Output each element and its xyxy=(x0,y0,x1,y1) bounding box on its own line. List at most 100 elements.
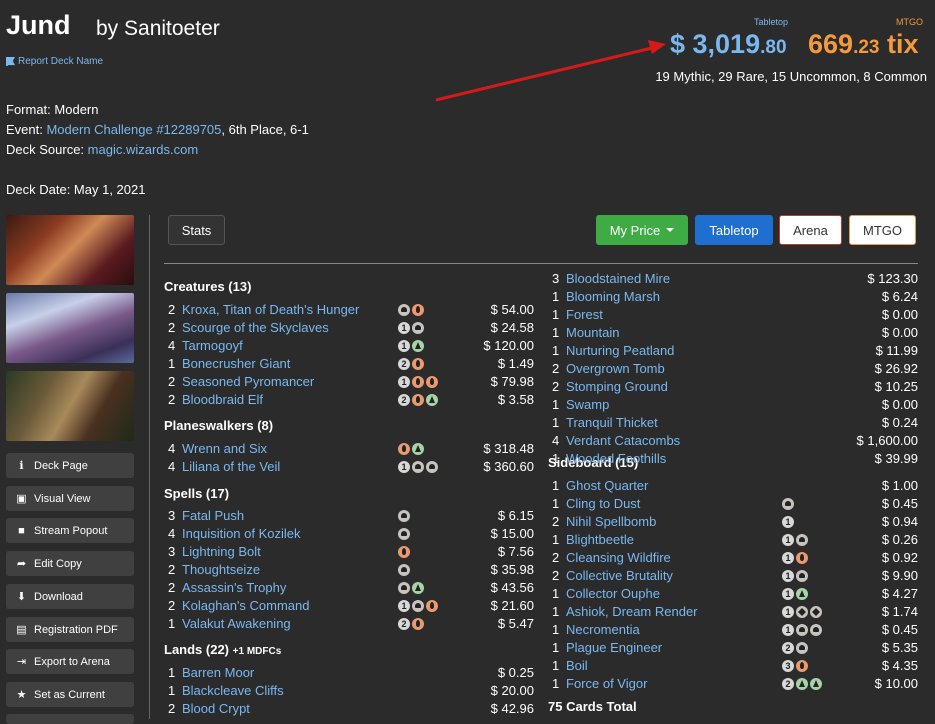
card-name-link[interactable]: Wooded Foothills xyxy=(566,451,666,467)
registration-pdf-button[interactable]: ▤ Registration PDF xyxy=(6,617,134,642)
card-price: $ 4.35 xyxy=(881,658,918,673)
card-name-link[interactable]: Blooming Marsh xyxy=(566,289,660,305)
arena-button[interactable]: Arena xyxy=(779,215,842,245)
card-name-link[interactable]: Bloodstained Mire xyxy=(566,271,670,287)
mana-cost: 1 xyxy=(398,461,438,473)
card-quantity: 1 xyxy=(552,586,560,601)
my-price-dropdown[interactable]: My Price xyxy=(596,215,688,245)
mana-cost: 1 xyxy=(782,534,808,546)
mana-cost: 2 xyxy=(782,678,822,690)
card-name-link[interactable]: Collector Ouphe xyxy=(566,586,660,602)
card-quantity: 2 xyxy=(168,302,176,317)
export-to-arena-button[interactable]: ⇥ Export to Arena xyxy=(6,649,134,674)
card-quantity: 1 xyxy=(552,307,560,322)
source-link[interactable]: magic.wizards.com xyxy=(88,142,199,157)
deck-page-button[interactable]: ℹ Deck Page xyxy=(6,453,134,478)
download-button[interactable]: ⬇ Download xyxy=(6,584,134,609)
mtgo-button[interactable]: MTGO xyxy=(849,215,916,245)
card-row: 2 Collective Brutality 1 $ 9.90 xyxy=(552,568,918,584)
card-quantity: 1 xyxy=(552,397,560,412)
info-icon: ℹ xyxy=(19,460,24,472)
card-row: 1 Ghost Quarter $ 1.00 xyxy=(552,478,918,494)
card-name-link[interactable]: Liliana of the Veil xyxy=(182,459,280,475)
card-name-link[interactable]: Verdant Catacombs xyxy=(566,433,680,449)
card-name-link[interactable]: Tranquil Thicket xyxy=(566,415,658,431)
card-price: $ 0.25 xyxy=(497,665,534,680)
planeswalkers-header: Planeswalkers (8) xyxy=(164,418,274,433)
card-price: $ 3.58 xyxy=(497,392,534,407)
card-quantity: 4 xyxy=(168,459,176,474)
generic-mana-icon: 1 xyxy=(782,534,794,546)
mana-cost: 1 xyxy=(398,340,424,352)
card-row: 2 Kroxa, Titan of Death's Hunger $ 54.00 xyxy=(168,302,534,318)
card-name-link[interactable]: Wrenn and Six xyxy=(182,441,267,457)
visual-view-label: Visual View xyxy=(34,492,91,505)
card-name-link[interactable]: Blightbeetle xyxy=(566,532,634,548)
card-name-link[interactable]: Lightning Bolt xyxy=(182,544,261,560)
card-quantity: 2 xyxy=(168,562,176,577)
card-name-link[interactable]: Nihil Spellbomb xyxy=(566,514,656,530)
lands-header: Lands (22) +1 MDFCs xyxy=(164,642,281,657)
card-name-link[interactable]: Seasoned Pyromancer xyxy=(182,374,314,390)
card-name-link[interactable]: Thoughtseize xyxy=(182,562,260,578)
card-name-link[interactable]: Force of Vigor xyxy=(566,676,647,692)
card-art-scourge[interactable] xyxy=(6,293,134,363)
registration-pdf-label: Registration PDF xyxy=(34,623,118,636)
card-name-link[interactable]: Necromentia xyxy=(566,622,640,638)
card-name-link[interactable]: Scourge of the Skyclaves xyxy=(182,320,329,336)
card-name-link[interactable]: Cleansing Wildfire xyxy=(566,550,671,566)
card-name-link[interactable]: Valakut Awakening xyxy=(182,616,291,632)
mana-cost: 3 xyxy=(782,660,808,672)
card-name-link[interactable]: Stomping Ground xyxy=(566,379,668,395)
green-mana-icon xyxy=(810,678,822,690)
card-name-link[interactable]: Cling to Dust xyxy=(566,496,640,512)
stream-popout-button[interactable]: ■ Stream Popout xyxy=(6,518,134,543)
deck-page-label: Deck Page xyxy=(34,459,88,472)
card-name-link[interactable]: Tarmogoyf xyxy=(182,338,243,354)
card-art-liliana[interactable] xyxy=(6,215,134,285)
event-link[interactable]: Modern Challenge #12289705 xyxy=(46,122,221,137)
card-row: 2 Seasoned Pyromancer 1 $ 79.98 xyxy=(168,374,534,390)
card-name-link[interactable]: Kroxa, Titan of Death's Hunger xyxy=(182,302,359,318)
card-name-link[interactable]: Overgrown Tomb xyxy=(566,361,665,377)
card-name-link[interactable]: Kolaghan's Command xyxy=(182,598,310,614)
card-name-link[interactable]: Assassin's Trophy xyxy=(182,580,286,596)
card-price: $ 5.35 xyxy=(881,640,918,655)
report-deck-name-link[interactable]: Report Deck Name xyxy=(6,56,103,67)
card-name-link[interactable]: Inquisition of Kozilek xyxy=(182,526,301,542)
tabletop-button[interactable]: Tabletop xyxy=(695,215,773,245)
card-name-link[interactable]: Nurturing Peatland xyxy=(566,343,674,359)
card-name-link[interactable]: Boil xyxy=(566,658,588,674)
deck-title: Jund xyxy=(6,10,71,40)
card-name-link[interactable]: Bloodbraid Elf xyxy=(182,392,263,408)
card-name-link[interactable]: Ashiok, Dream Render xyxy=(566,604,698,620)
mana-cost xyxy=(398,546,410,558)
generic-mana-icon: 1 xyxy=(782,606,794,618)
card-name-link[interactable]: Mountain xyxy=(566,325,619,341)
card-name-link[interactable]: Blackcleave Cliffs xyxy=(182,683,284,699)
format-label: Format: xyxy=(6,102,55,117)
visual-view-button[interactable]: ▣ Visual View xyxy=(6,486,134,511)
card-name-link[interactable]: Ghost Quarter xyxy=(566,478,648,494)
card-name-link[interactable]: Forest xyxy=(566,307,603,323)
stats-button[interactable]: Stats xyxy=(168,215,225,245)
card-row: 2 Cleansing Wildfire 1 $ 0.92 xyxy=(552,550,918,566)
card-name-link[interactable]: Collective Brutality xyxy=(566,568,673,584)
edit-copy-button[interactable]: ➦ Edit Copy xyxy=(6,551,134,576)
card-quantity: 2 xyxy=(168,374,176,389)
card-price: $ 120.00 xyxy=(483,338,534,353)
card-art-elf[interactable] xyxy=(6,371,134,441)
card-name-link[interactable]: Bonecrusher Giant xyxy=(182,356,290,372)
card-name-link[interactable]: Blood Crypt xyxy=(182,701,250,717)
annotation-arrow xyxy=(435,40,666,102)
red-mana-icon xyxy=(398,443,410,455)
card-price: $ 0.00 xyxy=(881,397,918,412)
card-name-link[interactable]: Swamp xyxy=(566,397,609,413)
card-name-link[interactable]: Fatal Push xyxy=(182,508,244,524)
more-button[interactable] xyxy=(6,714,134,724)
card-name-link[interactable]: Plague Engineer xyxy=(566,640,662,656)
card-name-link[interactable]: Barren Moor xyxy=(182,665,254,681)
card-art-gallery xyxy=(6,215,134,449)
set-as-current-button[interactable]: ★ Set as Current xyxy=(6,682,134,707)
card-row: 1 Barren Moor $ 0.25 xyxy=(168,665,534,681)
